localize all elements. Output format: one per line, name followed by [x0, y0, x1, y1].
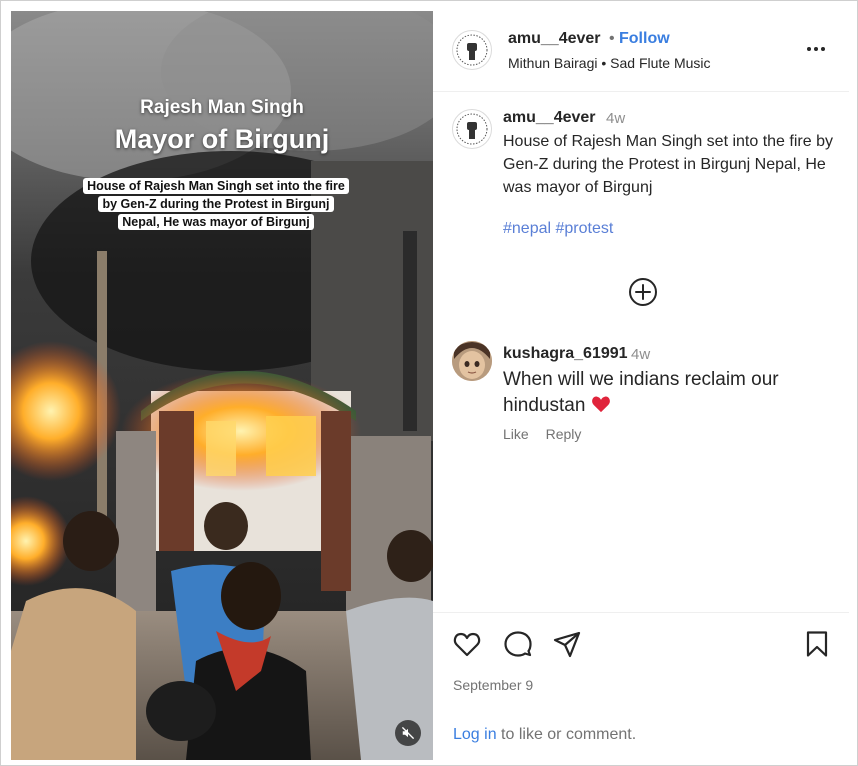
caption-hashtags: #nepal #protest [503, 220, 613, 238]
like-button[interactable] [452, 629, 482, 659]
bookmark-icon [806, 631, 828, 657]
comment-timestamp[interactable]: 4w [631, 346, 650, 363]
red-heart-emoji-icon [591, 396, 610, 413]
caption-username[interactable]: amu__4ever [503, 109, 596, 127]
fist-logo-icon [456, 113, 488, 145]
comment-text: When will we indians reclaim our hindust… [503, 367, 833, 419]
post-details-panel: amu__4ever • Follow Mithun Bairagi • Sad… [433, 11, 849, 760]
load-more-comments-button[interactable] [628, 277, 658, 307]
commenter-avatar[interactable] [452, 341, 492, 381]
audio-track-link[interactable]: Mithun Bairagi • Sad Flute Music [508, 55, 711, 71]
post-date[interactable]: September 9 [453, 677, 533, 693]
speaker-muted-icon [402, 727, 414, 739]
caption-author-avatar[interactable] [452, 109, 492, 149]
cartoon-face-avatar-icon [452, 341, 492, 381]
more-options-icon [807, 47, 811, 51]
separator-dot: • [609, 30, 615, 47]
caption-text: House of Rajesh Man Singh set into the f… [503, 133, 833, 196]
share-icon [553, 631, 581, 658]
caption-timestamp[interactable]: 4w [606, 110, 625, 127]
overlay-title-role: Mayor of Birgunj [114, 124, 330, 154]
more-options-button[interactable] [804, 37, 828, 61]
comment-icon [504, 631, 532, 657]
heart-icon [453, 632, 481, 657]
login-link[interactable]: Log in [453, 726, 497, 743]
author-username[interactable]: amu__4ever [508, 30, 601, 48]
overlay-caption-text: House of Rajesh Man Singh set into the f… [83, 178, 349, 230]
comment-reply-button[interactable]: Reply [546, 426, 582, 442]
plus-circle-icon [629, 278, 657, 306]
save-button[interactable] [802, 629, 832, 659]
comment-actions: Like Reply [503, 426, 594, 442]
login-prompt-suffix: to like or comment. [496, 726, 637, 743]
comment-like-button[interactable]: Like [503, 426, 529, 442]
follow-button[interactable]: Follow [619, 30, 670, 48]
commenter-username[interactable]: kushagra_61991 [503, 345, 628, 363]
post-dialog: Rajesh Man Singh Mayor of Birgunj House … [0, 0, 858, 766]
post-actions-bar: September 9 Log in to like or comment. [433, 612, 849, 760]
hashtag-protest[interactable]: #protest [556, 220, 614, 237]
login-prompt: Log in to like or comment. [453, 726, 636, 744]
post-video[interactable]: Rajesh Man Singh Mayor of Birgunj House … [11, 11, 433, 760]
comment-button[interactable] [503, 629, 533, 659]
post-header: amu__4ever • Follow Mithun Bairagi • Sad… [433, 11, 849, 92]
comment-body: When will we indians reclaim our hindust… [503, 369, 779, 416]
share-button[interactable] [552, 629, 582, 659]
fist-logo-icon [456, 34, 488, 66]
overlay-caption: House of Rajesh Man Singh set into the f… [83, 177, 349, 231]
author-avatar[interactable] [452, 30, 492, 70]
mute-button[interactable] [395, 720, 421, 746]
hashtag-nepal[interactable]: #nepal [503, 220, 551, 237]
overlay-title-name: Rajesh Man Singh [140, 97, 304, 118]
